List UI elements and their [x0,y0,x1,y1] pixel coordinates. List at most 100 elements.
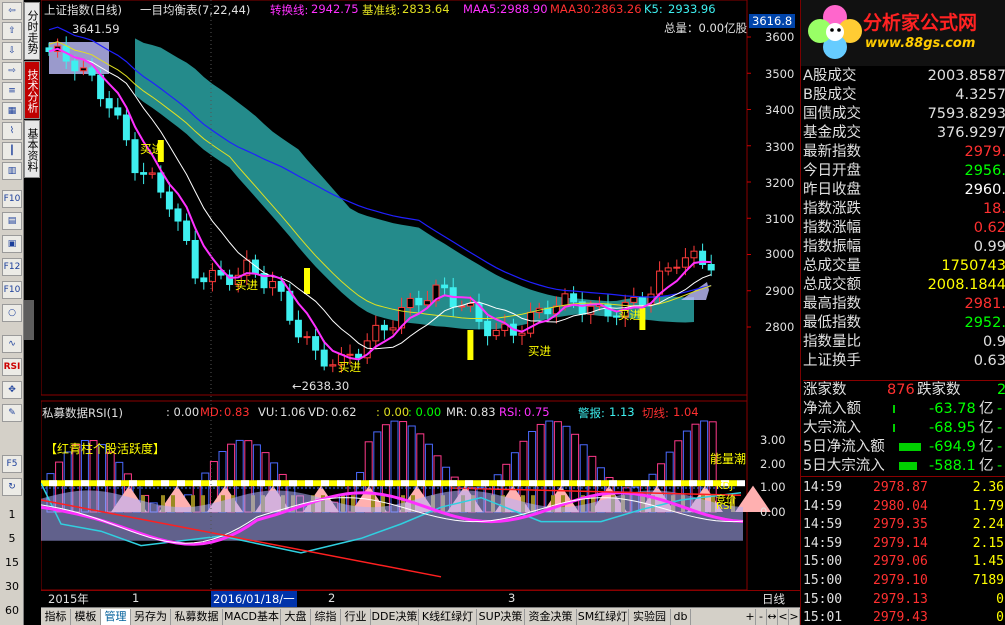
stat-label: 指数涨幅 [803,220,861,236]
bottom-tab[interactable]: 另存为 [131,609,171,625]
candle-body [492,329,500,337]
bottom-tab[interactable]: MACD基本 [223,609,281,625]
bottom-tab[interactable]: 模板 [71,609,101,625]
rsi-value: 0.75 [524,405,550,419]
alarm-band-dash [321,480,329,487]
circle-icon[interactable]: ○ [2,304,22,322]
move-icon[interactable]: ✥ [2,381,22,399]
alarm-band-dash [673,480,681,487]
bottom-tab[interactable]: db [671,609,691,625]
scroll-control-button[interactable]: ↔ [767,609,778,625]
stat-value: 7593.8293 [927,106,1005,122]
bottom-tab[interactable]: 私募数据 [171,609,223,625]
flow-unit: 亿 [979,420,994,436]
f10-icon[interactable]: F10 [2,190,22,208]
period-5[interactable]: 5 [2,532,22,545]
period-30[interactable]: 30 [2,580,22,593]
line-chart-icon[interactable]: ⌇ [2,122,22,140]
candle-body [79,67,87,72]
tick-price: 2979.43 [873,610,928,625]
stat-label: 总成交量 [803,258,861,274]
stat-row: 指数振幅 0.99 [803,238,1005,257]
f12-icon[interactable]: F12 [2,258,22,276]
stat-label: B股成交 [803,87,857,103]
scroll-control-button[interactable]: > [789,609,800,625]
scroll-control-button[interactable]: - [756,609,767,625]
alarm-band-dash [529,480,537,487]
bottom-tab[interactable]: 指标 [41,609,71,625]
sub-v2: : 0.00 [376,405,410,419]
maa30-label: MAA30: [550,2,595,16]
arrow-up-icon[interactable]: ⇧ [2,22,22,40]
block-icon[interactable]: ▣ [2,235,22,253]
bottom-tab[interactable]: SUP决策 [477,609,525,625]
period-15[interactable]: 15 [2,556,22,569]
bottom-tab[interactable]: 资金决策 [525,609,577,625]
candle-body [303,336,311,339]
bottom-tab[interactable]: SM红绿灯 [577,609,629,625]
arrow-left-icon[interactable]: ⇦ [2,2,22,20]
bottom-tab[interactable]: 行业 [341,609,371,625]
bar-chart-icon[interactable]: ▥ [2,162,22,180]
alarm-band-dash [449,480,457,487]
alarm-band-dash [97,480,105,487]
tab-fundamentals[interactable]: 基本资料 [24,120,40,178]
bottom-tab[interactable]: 管理 [101,609,131,625]
price-axis-tick: 2900 [765,284,795,298]
arrow-down-icon[interactable]: ⇩ [2,42,22,60]
flow-cut-icon: - [997,458,1003,474]
tab-technical[interactable]: 技术分析 [24,61,40,119]
list-icon[interactable]: ≡ [2,82,22,100]
tick-volume: 0 [996,610,1004,625]
tab-intraday[interactable]: 分时走势 [24,2,40,60]
alarm-band-dash [353,480,361,487]
alarm-band-dash [145,480,153,487]
stat-label: 最高指数 [803,296,861,312]
candle-body [346,353,354,356]
bottom-tab[interactable]: K线红绿灯 [419,609,477,625]
cut-value: 1.04 [673,405,699,419]
wave-icon[interactable]: ∿ [2,335,22,353]
flow-row: 大宗流入 -68.95 亿 - [803,419,1005,438]
scroll-control-button[interactable]: < [778,609,789,625]
flow-cut-icon: - [997,439,1003,455]
collapse-handle[interactable] [24,300,34,340]
stat-row: 基金成交 376.9297 [803,124,1005,143]
up-label: 涨家数 [803,382,847,398]
period-1[interactable]: 1 [2,508,22,521]
tick-time: 14:59 [803,498,843,514]
alarm-band-dash [273,480,281,487]
grid-icon[interactable]: ▦ [2,102,22,120]
tick-row: 14:59 2980.04 1.79 [801,497,1004,516]
candle-body [518,332,526,336]
candle-chart-icon[interactable]: ┃ [2,142,22,160]
candle-body [122,114,130,141]
bottom-tab[interactable]: 大盘 [281,609,311,625]
pencil-icon[interactable]: ✎ [2,404,22,422]
tick-price: 2978.87 [873,480,928,495]
candle-body [200,277,208,283]
rsi-button[interactable]: RSI [2,358,22,376]
refresh-icon[interactable]: ↻ [2,478,22,496]
period-60[interactable]: 60 [2,604,22,617]
left-toolbar: ⇦ ⇧ ⇩ ⇨ ≡ ▦ ⌇ ┃ ▥ F10 ▤ ▣ F12 F10 ○ ∿ RS… [0,0,24,625]
rsi-area [41,490,743,541]
doc-icon[interactable]: ▤ [2,212,22,230]
f10-alt-icon[interactable]: F10 [2,281,22,299]
bottom-tab[interactable]: 综指 [311,609,341,625]
k5-value: 2933.96 [668,2,716,16]
f5-icon[interactable]: F5 [2,455,22,473]
stat-row: 总成交额 2008.1844 [803,276,1005,295]
candle-body [656,270,664,295]
cursor-date: 2016/01/18/一 [211,591,297,607]
alarm-band-dash [385,480,393,487]
scroll-control-button[interactable]: + [745,609,756,625]
stat-label: 国债成交 [803,106,861,122]
bottom-tab[interactable]: DDE决策 [371,609,419,625]
price-axis-tick: 3200 [765,176,795,190]
tick-price: 2979.13 [873,591,928,607]
arrow-right-icon[interactable]: ⇨ [2,62,22,80]
stat-label: 最低指数 [803,315,861,331]
bottom-tab[interactable]: 实验园 [629,609,671,625]
candle-body [527,311,535,334]
